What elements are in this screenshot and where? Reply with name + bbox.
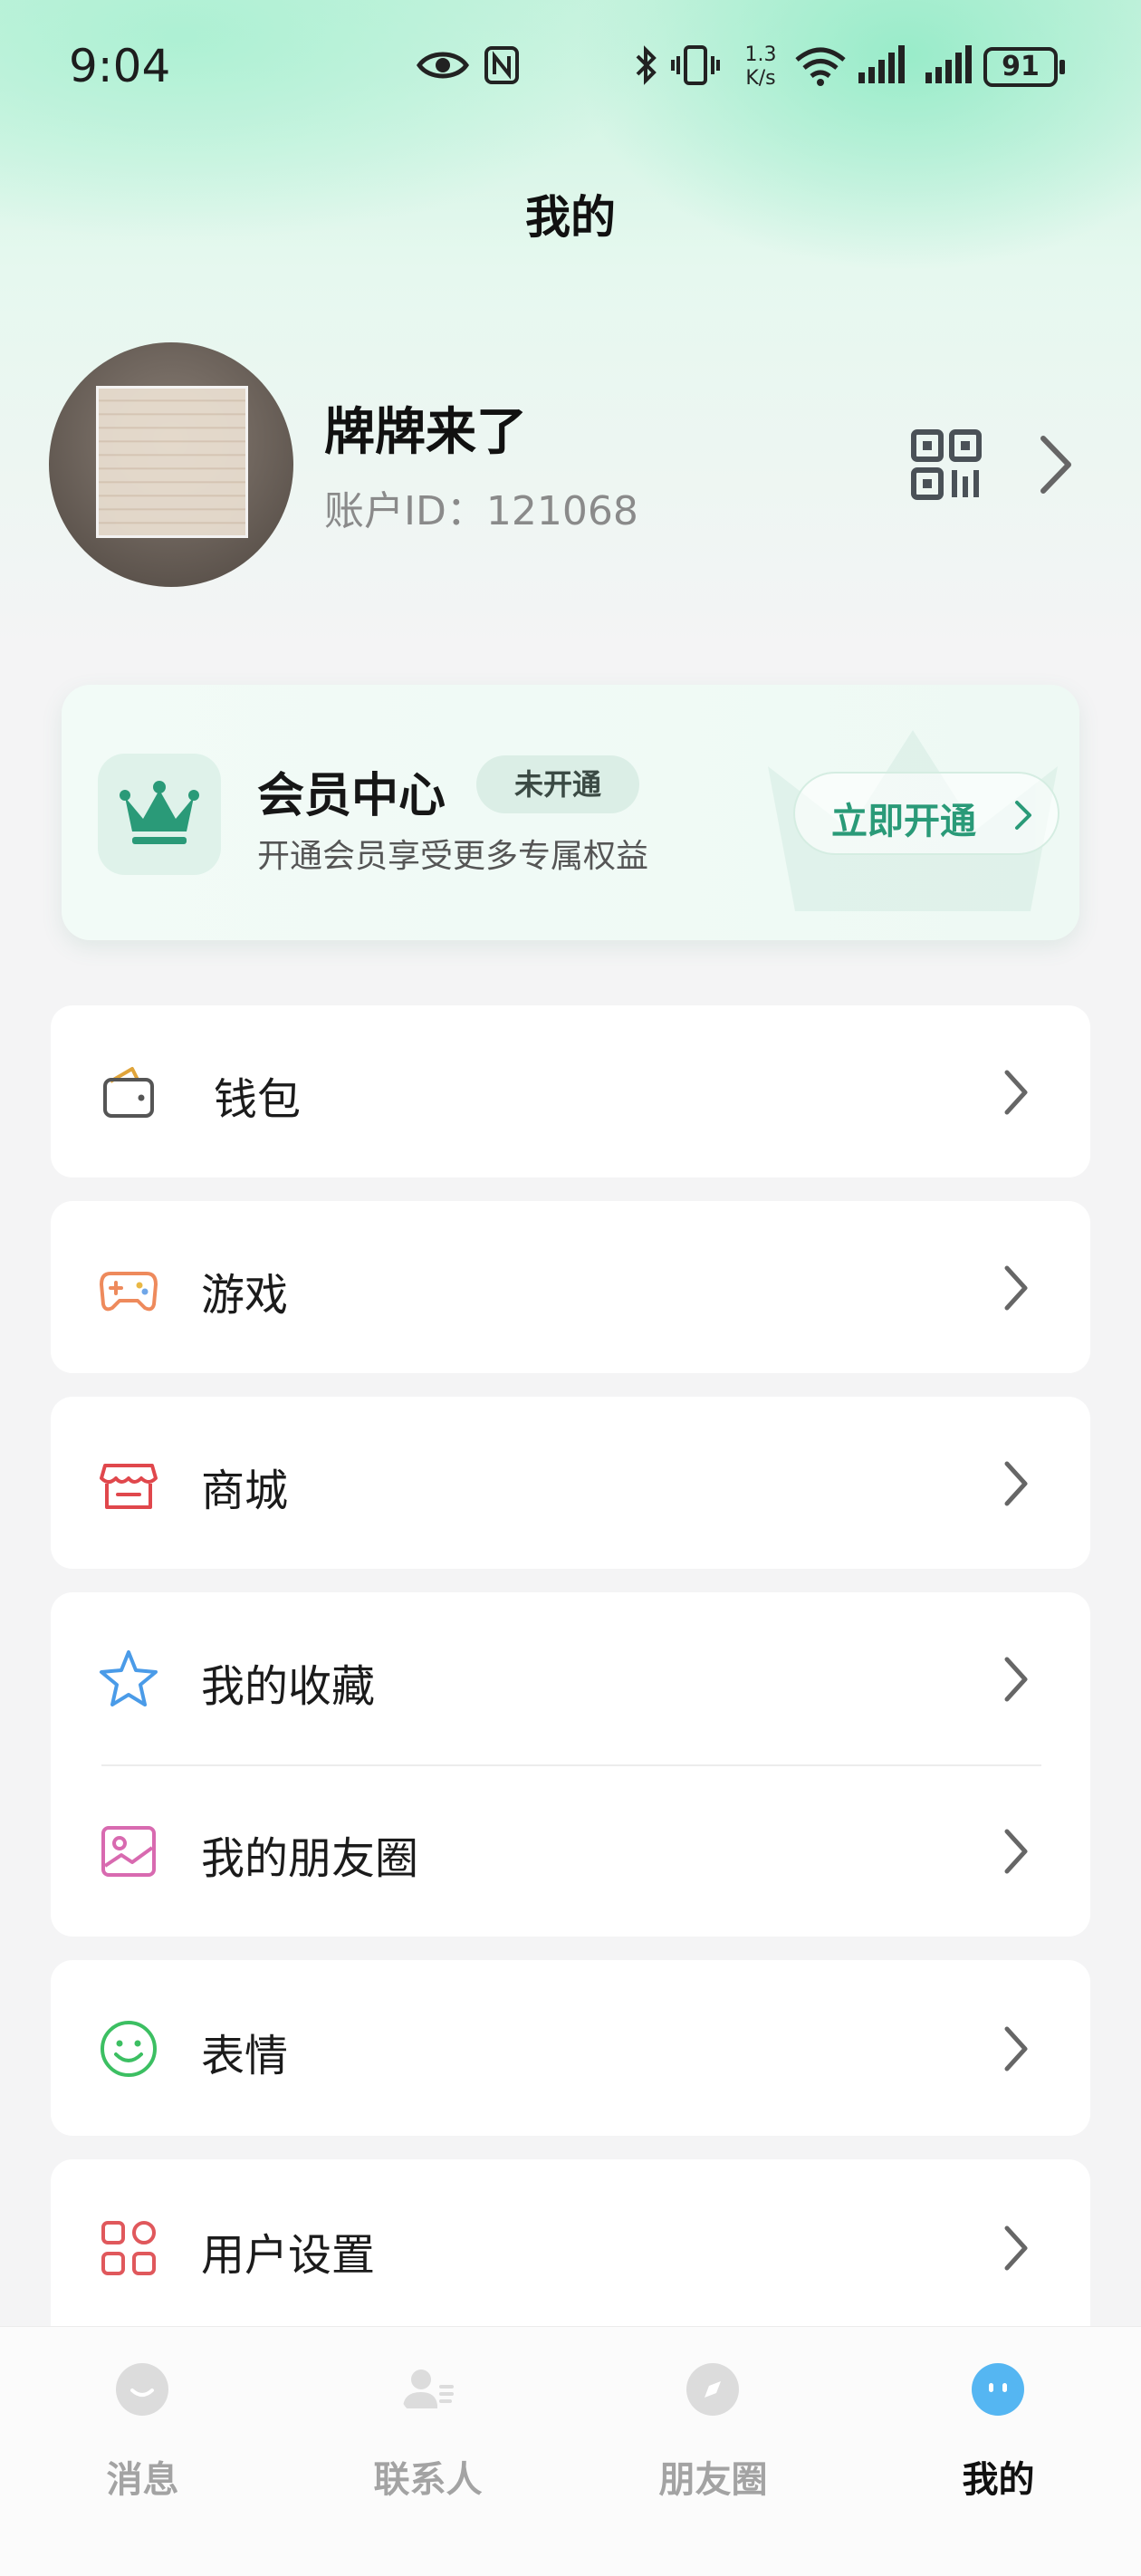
page-title: 我的: [525, 191, 616, 244]
menu-row-mall[interactable]: 商城: [51, 1397, 1090, 1569]
wifi-icon: [795, 47, 846, 86]
games-card: 游戏: [51, 1201, 1090, 1373]
favorites-moments-card: 我的收藏 我的朋友圈: [51, 1592, 1090, 1937]
net-speed-value: 1.3: [744, 43, 777, 66]
bottom-navigation: 消息 联系人 朋友圈 我的: [0, 2326, 1141, 2576]
nav-item-messages[interactable]: 消息: [0, 2327, 285, 2576]
status-time: 9:04: [69, 40, 171, 92]
menu-label: 商城: [201, 1466, 289, 1516]
nav-item-moments[interactable]: 朋友圈: [570, 2327, 856, 2576]
bluetooth-icon: [636, 45, 657, 85]
me-icon: [972, 2363, 1024, 2416]
vip-subtitle: 开通会员享受更多专属权益: [257, 838, 649, 875]
signal-icon-1: [858, 45, 905, 83]
nav-label: 消息: [106, 2459, 179, 2501]
signal-icon-2: [925, 45, 972, 83]
status-bar: 9:04 1.3 K/s 91: [0, 0, 1141, 145]
compass-icon: [686, 2363, 739, 2416]
battery-indicator: 91: [983, 47, 1065, 87]
chevron-right-icon: [1004, 2026, 1028, 2071]
menu-label: 表情: [201, 2031, 289, 2081]
nfc-icon: [484, 46, 519, 84]
contacts-icon: [403, 2369, 454, 2408]
mall-card: 商城: [51, 1397, 1090, 1569]
nav-label: 联系人: [373, 2459, 483, 2501]
store-icon: [100, 1464, 158, 1509]
qr-code-icon[interactable]: [911, 429, 982, 500]
status-icons: 1.3 K/s 91: [417, 36, 1087, 100]
wallet-card: 钱包: [51, 1005, 1090, 1177]
menu-row-games[interactable]: 游戏: [51, 1201, 1090, 1373]
vip-status-badge: 未开通: [476, 755, 639, 813]
chevron-right-icon: [1004, 2225, 1028, 2271]
account-id: 账户ID：121068: [324, 488, 638, 534]
chevron-right-icon: [1004, 1829, 1028, 1874]
nav-item-me[interactable]: 我的: [856, 2327, 1141, 2576]
chevron-right-icon: [1004, 1070, 1028, 1115]
chevron-right-icon: [1004, 1657, 1028, 1702]
menu-label: 钱包: [214, 1074, 302, 1125]
nav-item-contacts[interactable]: 联系人: [285, 2327, 570, 2576]
stickers-card: 表情: [51, 1960, 1090, 2136]
profile-name: 牌牌来了: [324, 403, 527, 462]
avatar-image: [96, 386, 248, 538]
chevron-right-icon: [1015, 801, 1031, 830]
chevron-right-icon: [1004, 1461, 1028, 1506]
smile-icon: [101, 2021, 157, 2077]
gamepad-icon: [100, 1272, 158, 1312]
net-speed: 1.3 K/s: [734, 43, 788, 91]
vip-activate-button[interactable]: 立即开通: [793, 772, 1060, 855]
vibrate-icon: [671, 45, 720, 85]
eye-icon: [417, 52, 469, 79]
vip-activate-label: 立即开通: [831, 801, 976, 842]
menu-row-stickers[interactable]: 表情: [51, 1962, 1090, 2134]
nav-label: 我的: [962, 2459, 1035, 2501]
vip-title: 会员中心: [257, 769, 446, 823]
grid-settings-icon: [101, 2221, 156, 2275]
menu-label: 用户设置: [201, 2230, 376, 2281]
profile-chevron-right-icon[interactable]: [1036, 433, 1076, 496]
menu-label: 游戏: [201, 1270, 289, 1321]
menu-row-favorites[interactable]: 我的收藏: [51, 1592, 1090, 1764]
menu-row-wallet[interactable]: 钱包: [51, 1005, 1090, 1177]
vip-center-card[interactable]: 会员中心 未开通 开通会员享受更多专属权益 立即开通: [62, 685, 1079, 940]
menu-row-settings[interactable]: 用户设置: [51, 2161, 1090, 2333]
star-icon: [100, 1650, 158, 1706]
vip-icon-box: [98, 754, 221, 875]
chevron-right-icon: [1004, 1265, 1028, 1311]
message-icon: [116, 2363, 168, 2416]
nav-label: 朋友圈: [658, 2459, 768, 2501]
crown-icon: [120, 781, 199, 844]
wallet-icon: [103, 1067, 154, 1118]
avatar[interactable]: [49, 342, 293, 587]
menu-row-moments[interactable]: 我的朋友圈: [51, 1764, 1090, 1937]
menu-label: 我的朋友圈: [201, 1833, 419, 1884]
image-icon: [101, 1826, 156, 1877]
menu-label: 我的收藏: [201, 1661, 376, 1712]
net-speed-unit: K/s: [745, 67, 776, 90]
